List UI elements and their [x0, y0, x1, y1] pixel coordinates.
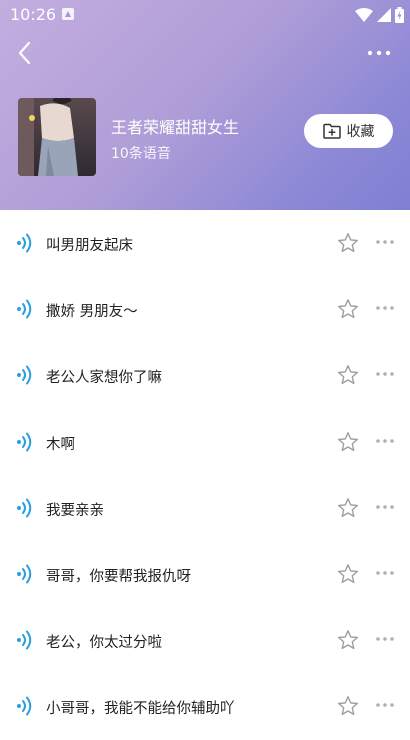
status-time: 10:26 [10, 5, 57, 24]
list-item[interactable]: 老公，你太过分啦 [0, 607, 410, 673]
item-label: 哥哥，你要帮我报仇呀 [46, 568, 191, 585]
album-title: 王者荣耀甜甜女生 [111, 118, 240, 137]
sound-wave-icon[interactable] [16, 629, 34, 651]
row-more-icon[interactable] [375, 635, 395, 643]
item-label: 老公，你太过分啦 [46, 635, 162, 652]
row-more-icon[interactable] [375, 437, 395, 445]
notification-icon [62, 8, 74, 20]
sound-wave-icon[interactable] [16, 695, 34, 717]
star-outline-icon[interactable] [337, 364, 359, 386]
battery-icon [395, 7, 404, 23]
collect-button[interactable]: 收藏 [304, 114, 393, 148]
list-item[interactable]: 哥哥，你要帮我报仇呀 [0, 541, 410, 607]
list-item[interactable]: 叫男朋友起床 [0, 210, 410, 276]
sound-wave-icon[interactable] [16, 364, 34, 386]
row-more-icon[interactable] [375, 304, 395, 312]
item-label: 木啊 [46, 436, 75, 453]
row-more-icon[interactable] [375, 701, 395, 709]
collect-label: 收藏 [346, 124, 375, 140]
list-item[interactable]: 老公人家想你了嘛 [0, 342, 410, 408]
album-cover-image [18, 98, 96, 176]
sound-wave-icon[interactable] [16, 298, 34, 320]
sound-wave-icon[interactable] [16, 563, 34, 585]
item-label: 叫男朋友起床 [46, 238, 133, 254]
item-label: 撒娇 男朋友～ [46, 304, 138, 321]
signal-icon [377, 8, 391, 22]
sound-wave-icon[interactable] [16, 497, 34, 519]
status-bar: 10:26 [0, 0, 410, 30]
star-outline-icon[interactable] [337, 431, 359, 453]
star-outline-icon[interactable] [337, 629, 359, 651]
voice-list: 叫男朋友起床 撒娇 男朋友～ 老公人家想你了嘛 木啊 我要亲亲 哥哥，你要帮我报… [0, 210, 410, 740]
album-header: 10:26 王者荣耀甜甜女生 10条语音 收藏 [0, 0, 410, 210]
list-item[interactable]: 撒娇 男朋友～ [0, 276, 410, 342]
list-item[interactable]: 木啊 [0, 409, 410, 475]
more-button[interactable] [364, 40, 394, 66]
item-label: 小哥哥，我能不能给你辅助吖 [46, 701, 235, 718]
album-count: 10条语音 [111, 146, 171, 162]
list-item[interactable]: 我要亲亲 [0, 475, 410, 541]
item-label: 老公人家想你了嘛 [46, 370, 162, 387]
star-outline-icon[interactable] [337, 298, 359, 320]
star-outline-icon[interactable] [337, 497, 359, 519]
row-more-icon[interactable] [375, 569, 395, 577]
sound-wave-icon[interactable] [16, 232, 34, 254]
row-more-icon[interactable] [375, 238, 395, 246]
item-label: 我要亲亲 [46, 502, 104, 519]
star-outline-icon[interactable] [337, 563, 359, 585]
wifi-icon [355, 8, 373, 22]
sound-wave-icon[interactable] [16, 431, 34, 453]
status-icons [355, 6, 404, 24]
row-more-icon[interactable] [375, 370, 395, 378]
star-outline-icon[interactable] [337, 232, 359, 254]
folder-plus-icon [322, 123, 341, 139]
row-more-icon[interactable] [375, 503, 395, 511]
back-button[interactable] [12, 40, 38, 66]
star-outline-icon[interactable] [337, 695, 359, 717]
